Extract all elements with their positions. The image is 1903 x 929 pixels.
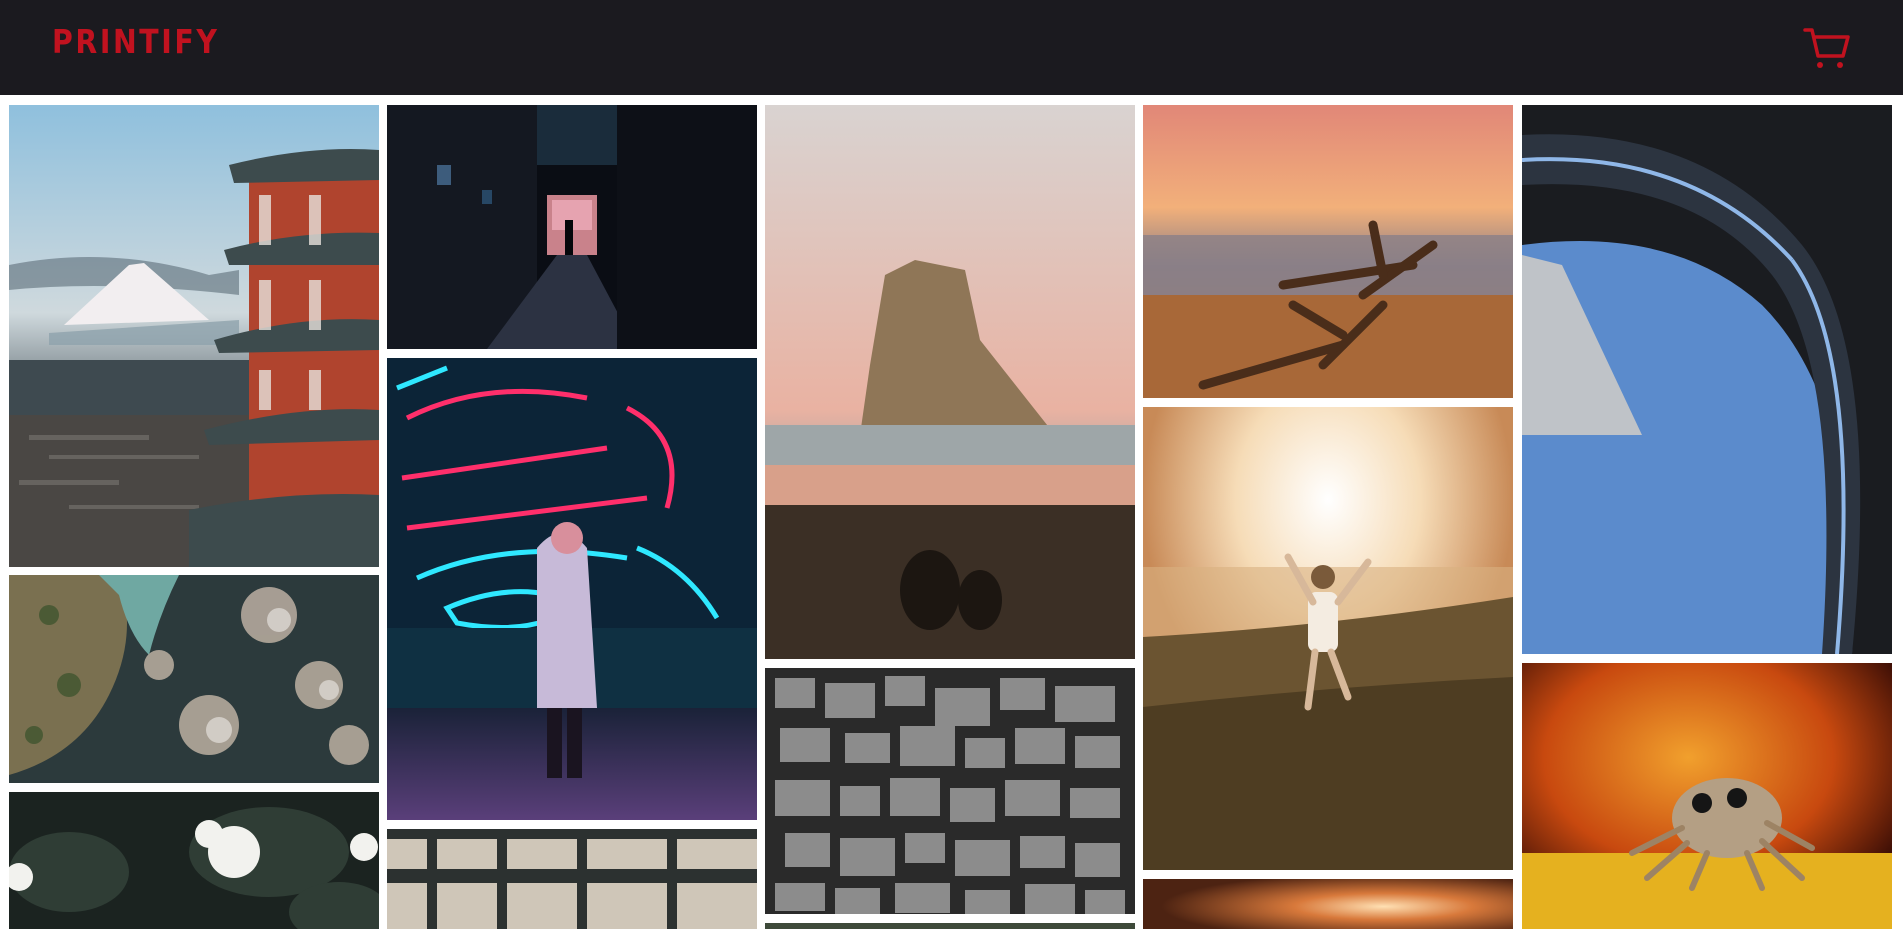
photo-child-sunset-field[interactable] — [1143, 407, 1513, 870]
photo-white-roses[interactable] — [9, 792, 379, 929]
photo-forest-strip[interactable] — [765, 923, 1135, 929]
photo-alley-night[interactable] — [387, 105, 757, 349]
cart-icon[interactable] — [1803, 25, 1851, 71]
brand-logo[interactable]: Printify — [52, 22, 219, 61]
photo-blurred-sunset[interactable] — [1143, 879, 1513, 929]
photo-curved-building[interactable] — [1522, 105, 1892, 654]
photo-aerial-coast[interactable] — [9, 575, 379, 783]
photo-pagoda-fuji[interactable] — [9, 105, 379, 567]
photo-jumping-spider[interactable] — [1522, 663, 1892, 929]
photo-greenhouse-roof[interactable] — [387, 829, 757, 929]
photo-rock-beach-sunset[interactable] — [765, 105, 1135, 659]
photo-gallery — [0, 95, 1903, 929]
top-navigation-bar: Printify — [0, 0, 1903, 95]
photo-driftwood-beach[interactable] — [1143, 105, 1513, 398]
photo-neon-whiskey-wall[interactable] — [387, 358, 757, 820]
photo-camera-collection[interactable] — [765, 668, 1135, 914]
